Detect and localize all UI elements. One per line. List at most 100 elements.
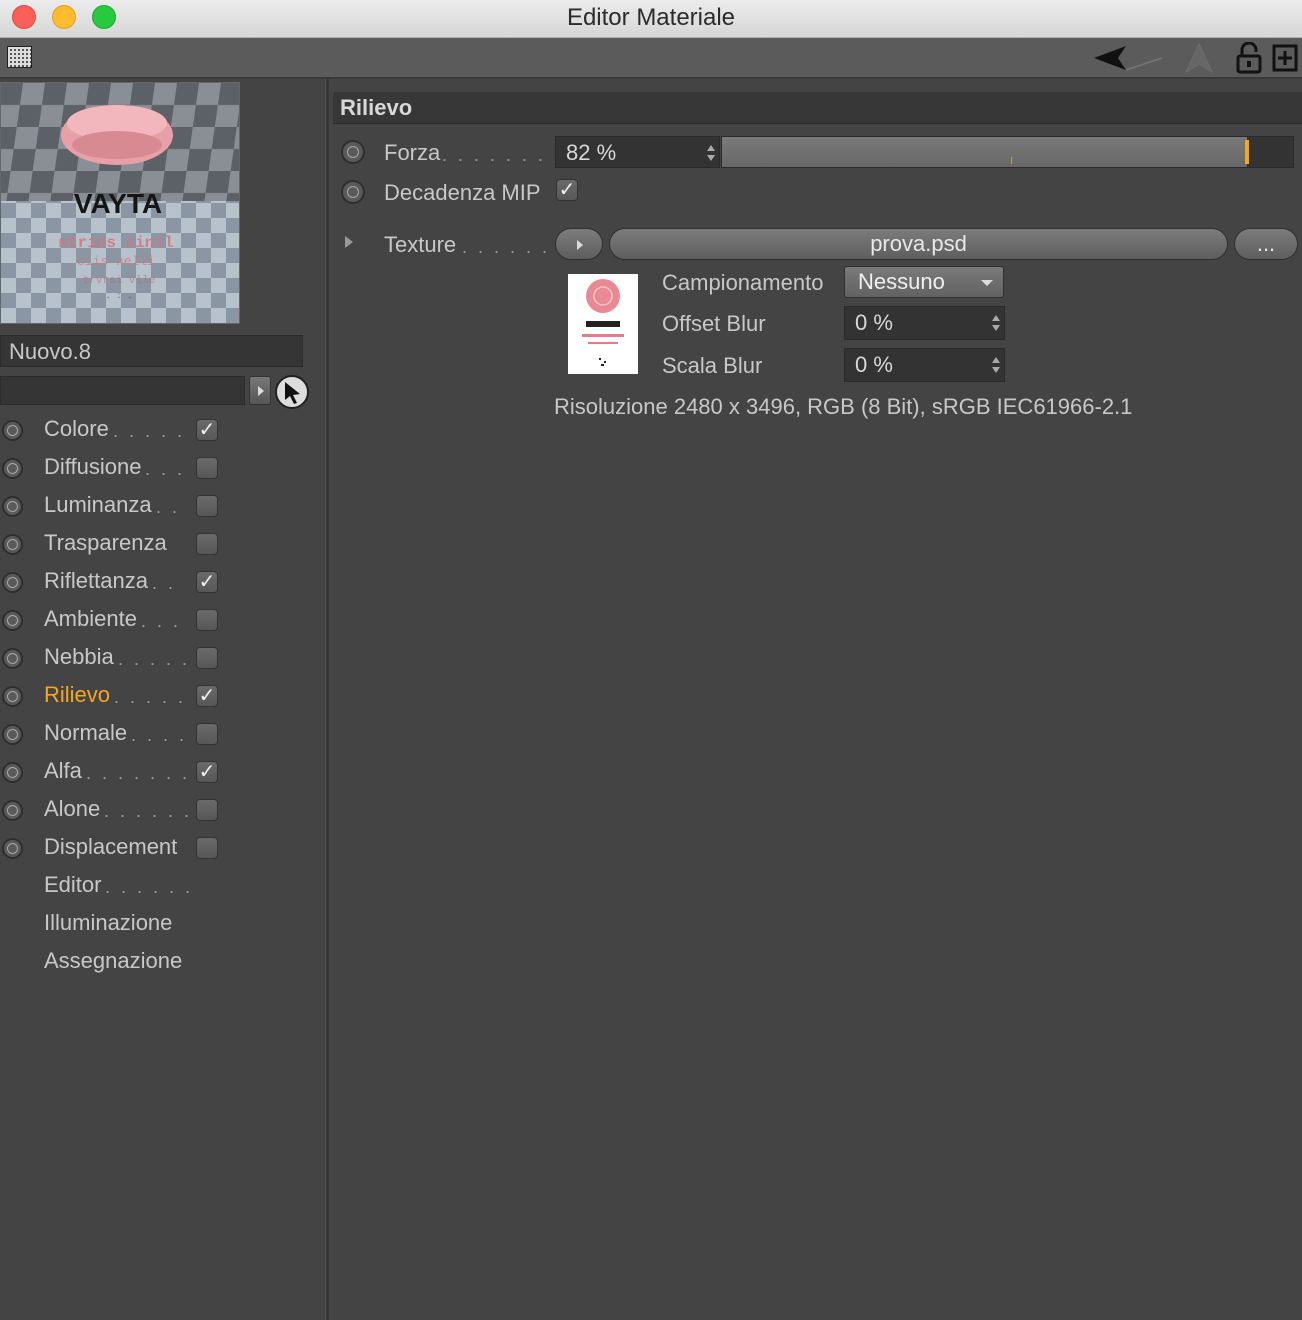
- channel-animate-radio[interactable]: [2, 610, 23, 631]
- channel-animate-radio[interactable]: [2, 800, 23, 821]
- channel-animate-radio[interactable]: [2, 762, 23, 783]
- campionamento-dropdown[interactable]: Nessuno: [844, 266, 1004, 298]
- channel-animate-radio[interactable]: [2, 648, 23, 669]
- channel-animate-radio[interactable]: [2, 458, 23, 479]
- channel-enable-checkbox[interactable]: [196, 723, 218, 745]
- material-name-field[interactable]: Nuovo.8: [0, 335, 303, 367]
- texture-browse-button[interactable]: ...: [1234, 228, 1298, 260]
- svg-text:. : .: . : .: [105, 291, 132, 301]
- decadenza-checkbox[interactable]: ✓: [556, 179, 578, 201]
- channel-dots: . . . . .: [118, 649, 190, 669]
- play-icon: [577, 240, 583, 250]
- channel-dots: . .: [152, 573, 177, 593]
- new-window-icon[interactable]: [1272, 44, 1298, 72]
- title-bar: Editor Materiale: [0, 0, 1302, 38]
- texture-thumbnail[interactable]: [568, 274, 638, 374]
- channel-enable-checkbox[interactable]: [196, 457, 218, 479]
- channel-enable-checkbox[interactable]: [196, 837, 218, 859]
- channel-enable-checkbox[interactable]: [196, 533, 218, 555]
- channel-label[interactable]: Colore: [44, 416, 109, 442]
- channel-label[interactable]: Normale: [44, 720, 127, 746]
- channel-label[interactable]: Editor: [44, 872, 101, 898]
- channel-enable-checkbox[interactable]: [196, 495, 218, 517]
- forza-slider[interactable]: [721, 136, 1294, 168]
- channel-animate-radio[interactable]: [2, 534, 23, 555]
- decadenza-label: Decadenza MIP: [384, 180, 541, 205]
- material-preview[interactable]: VAYTA ntrios sinil oiis nelli trvrsi vll…: [0, 82, 240, 324]
- section-title: Rilievo: [340, 95, 413, 120]
- texture-expand-icon[interactable]: [345, 236, 353, 248]
- channel-illuminazione[interactable]: Illuminazione: [0, 907, 325, 943]
- forza-animate-radio[interactable]: [341, 140, 365, 164]
- channel-nebbia[interactable]: Nebbia. . . . .: [0, 641, 325, 677]
- offset-blur-field[interactable]: 0 %: [844, 306, 1005, 340]
- back-arrow-icon[interactable]: [1092, 44, 1164, 74]
- offset-blur-label: Offset Blur: [662, 311, 766, 336]
- channel-label[interactable]: Illuminazione: [44, 910, 172, 936]
- channel-enable-checkbox[interactable]: ✓: [196, 685, 218, 707]
- channel-alone[interactable]: Alone. . . . . .: [0, 793, 325, 829]
- channel-trasparenza[interactable]: Trasparenza: [0, 527, 325, 563]
- channel-animate-radio[interactable]: [2, 838, 23, 859]
- channel-animate-radio[interactable]: [2, 724, 23, 745]
- preview-image: VAYTA ntrios sinil oiis nelli trvrsi vll…: [1, 83, 239, 323]
- forza-spinner-icon[interactable]: [707, 145, 715, 161]
- channel-label[interactable]: Ambiente: [44, 606, 137, 632]
- forza-slider-handle[interactable]: [1245, 140, 1249, 164]
- scala-blur-spinner-icon[interactable]: [992, 357, 1000, 373]
- channel-label[interactable]: Diffusione: [44, 454, 141, 480]
- channel-search-input[interactable]: [0, 376, 245, 405]
- channel-dots: . . . . . . . .: [86, 763, 190, 783]
- channel-rilievo[interactable]: Rilievo. . . . . . ✓: [0, 679, 325, 715]
- channel-normale[interactable]: Normale. . . .: [0, 717, 325, 753]
- channel-assegnazione[interactable]: Assegnazione: [0, 945, 325, 981]
- lock-icon[interactable]: [1235, 42, 1263, 74]
- channel-colore[interactable]: Colore. . . . . . ✓: [0, 413, 325, 449]
- channel-displacement[interactable]: Displacement: [0, 831, 325, 867]
- channel-dots: . . .: [145, 459, 186, 479]
- texture-info: Risoluzione 2480 x 3496, RGB (8 Bit), sR…: [554, 394, 1133, 419]
- up-arrow-icon[interactable]: [1182, 42, 1216, 74]
- channel-label[interactable]: Riflettanza: [44, 568, 148, 594]
- channel-label[interactable]: Alone: [44, 796, 100, 822]
- channel-animate-radio[interactable]: [2, 686, 23, 707]
- channel-animate-radio[interactable]: [2, 420, 23, 441]
- channel-label[interactable]: Alfa: [44, 758, 82, 784]
- channel-label[interactable]: Rilievo: [44, 682, 110, 708]
- channel-label[interactable]: Assegnazione: [44, 948, 182, 974]
- forza-slider-tick: [1011, 157, 1012, 164]
- offset-blur-spinner-icon[interactable]: [992, 315, 1000, 331]
- texture-file-button[interactable]: prova.psd: [609, 228, 1228, 260]
- channel-animate-radio[interactable]: [2, 496, 23, 517]
- channel-enable-checkbox[interactable]: [196, 799, 218, 821]
- picker-icon[interactable]: [274, 374, 310, 410]
- channel-luminanza[interactable]: Luminanza. .: [0, 489, 325, 525]
- grid-icon[interactable]: [7, 46, 32, 68]
- channel-enable-checkbox[interactable]: ✓: [196, 571, 218, 593]
- channel-label[interactable]: Luminanza: [44, 492, 152, 518]
- channel-riflettanza[interactable]: Riflettanza. . ✓: [0, 565, 325, 601]
- channel-enable-checkbox[interactable]: [196, 647, 218, 669]
- panel-divider[interactable]: [325, 79, 329, 1320]
- texture-thumbnail-image: [582, 279, 624, 366]
- forza-label: Forza: [384, 140, 441, 165]
- scala-blur-field[interactable]: 0 %: [844, 348, 1005, 382]
- left-panel: VAYTA ntrios sinil oiis nelli trvrsi vll…: [0, 79, 325, 1320]
- channel-editor[interactable]: Editor. . . . . .: [0, 869, 325, 905]
- texture-menu-button[interactable]: [555, 228, 603, 260]
- channel-enable-checkbox[interactable]: [196, 609, 218, 631]
- forza-value-field[interactable]: 82 %: [555, 136, 720, 168]
- decadenza-animate-radio[interactable]: [341, 180, 365, 204]
- channel-alfa[interactable]: Alfa. . . . . . . . ✓: [0, 755, 325, 791]
- channel-enable-checkbox[interactable]: ✓: [196, 761, 218, 783]
- channel-label[interactable]: Trasparenza: [44, 530, 167, 556]
- channel-diffusione[interactable]: Diffusione. . .: [0, 451, 325, 487]
- channel-ambiente[interactable]: Ambiente. . .: [0, 603, 325, 639]
- expand-arrow-button[interactable]: [249, 376, 271, 405]
- channel-animate-radio[interactable]: [2, 572, 23, 593]
- channel-enable-checkbox[interactable]: ✓: [196, 419, 218, 441]
- channel-label[interactable]: Nebbia: [44, 644, 114, 670]
- forza-slider-fill: [722, 137, 1247, 167]
- forza-value: 82 %: [566, 140, 617, 165]
- channel-label[interactable]: Displacement: [44, 834, 177, 860]
